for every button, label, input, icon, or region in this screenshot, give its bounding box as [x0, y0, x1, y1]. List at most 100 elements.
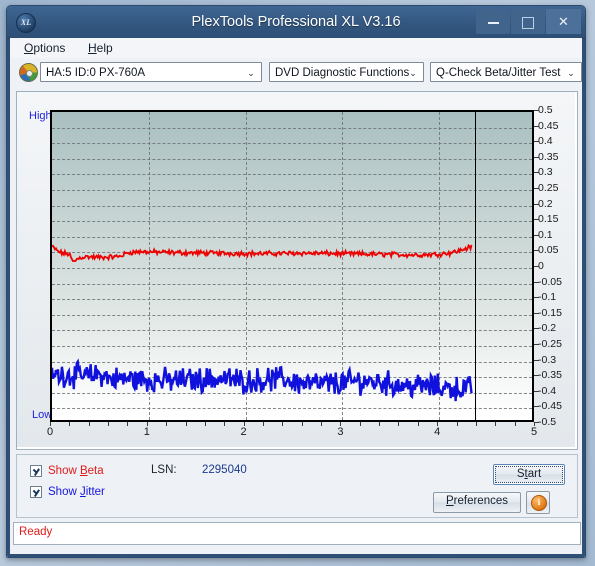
x-axis-tick: [224, 422, 226, 426]
minimize-button[interactable]: [476, 9, 510, 34]
application-window: XL PlexTools Professional XL V3.16 ✕ Opt…: [6, 5, 586, 558]
y-axis-tick-label: 0.4: [538, 135, 553, 148]
x-axis-tick: [127, 422, 129, 426]
y-axis-tick-label: -0.1: [538, 291, 557, 304]
x-axis-tick: [69, 422, 71, 426]
y-axis-tick-label: 0.3: [538, 166, 553, 179]
x-axis-tick: [88, 422, 90, 426]
menu-item-help-rest: elp: [96, 41, 113, 55]
x-axis-tick: [243, 422, 245, 426]
disc-icon: [19, 63, 38, 82]
x-axis-tick-label: 5: [530, 426, 538, 438]
y-axis-tick: [534, 219, 539, 221]
y-axis-tick-label: 0.15: [538, 213, 559, 226]
y-axis-tick: [534, 156, 539, 158]
x-axis-tick: [340, 422, 342, 426]
lsn-label: LSN:: [151, 464, 177, 476]
close-button[interactable]: ✕: [546, 9, 581, 34]
y-axis-tick: [534, 344, 539, 345]
show-jitter-label: Show Jitter: [48, 486, 105, 498]
y-axis-tick: [534, 188, 539, 189]
x-axis-tick-label: 1: [143, 426, 150, 438]
function-select[interactable]: DVD Diagnostic Functions ⌄: [269, 62, 424, 82]
trace-jitter: [52, 358, 473, 402]
x-axis-tick: [185, 422, 187, 426]
y-axis-tick: [534, 110, 539, 111]
graph-background: High Low 0.5 0.45 0.4 0.35 0.3 0.25 0.2 0.15 0.1…: [17, 92, 575, 447]
x-axis-tick-label: 4: [434, 426, 441, 438]
show-jitter-checkbox[interactable]: [30, 486, 42, 498]
info-button[interactable]: i: [526, 491, 550, 514]
preferences-button[interactable]: Preferences: [433, 492, 521, 513]
graph-panel: High Low 0.5 0.45 0.4 0.35 0.3 0.25 0.2 0.15 0.1…: [16, 91, 578, 450]
x-axis-tick: [50, 422, 51, 426]
y-axis-tick: [534, 125, 539, 127]
y-axis-tick-label: 0.05: [538, 244, 559, 257]
x-axis-tick: [262, 422, 264, 426]
status-text: Ready: [19, 526, 53, 538]
y-axis-tick: [534, 390, 539, 392]
toolbar: HA:5 ID:0 PX-760A ⌄ DVD Diagnostic Funct…: [10, 58, 582, 86]
y-axis-tick-label: -0.05: [538, 275, 562, 288]
info-icon: i: [531, 495, 547, 511]
y-axis-tick-label: -0.35: [538, 369, 562, 382]
start-button-inner: Start: [495, 466, 563, 483]
x-axis-tick: [301, 422, 303, 426]
x-axis-tick: [146, 422, 148, 426]
maximize-button[interactable]: [511, 9, 545, 34]
show-beta-checkbox[interactable]: [30, 465, 42, 477]
title-bar: XL PlexTools Professional XL V3.16 ✕: [7, 6, 585, 39]
y-axis-tick-label: -0.25: [538, 338, 562, 350]
lsn-value: 2295040: [202, 464, 247, 476]
y-axis-tick-label: 0.1: [538, 228, 553, 241]
menu-item-options-rest: ptions: [33, 41, 66, 55]
x-axis-tick-label: 0: [46, 426, 54, 438]
x-axis-tick-label: 3: [337, 426, 344, 438]
x-axis-tick: [514, 422, 516, 426]
y-axis-tick-label: 0.2: [538, 197, 553, 210]
y-axis-tick-label: -0.2: [538, 322, 557, 335]
y-axis-tick: [534, 234, 539, 236]
x-axis-tick: [534, 422, 535, 426]
x-axis-tick: [475, 422, 477, 426]
plot-area: [50, 110, 534, 422]
x-axis-tick: [456, 422, 458, 426]
y-axis-tick: [534, 406, 539, 408]
x-axis-tick-label: 2: [240, 426, 247, 438]
x-axis-tick: [204, 422, 206, 426]
show-beta-label: Show Beta: [48, 465, 104, 477]
drive-select[interactable]: HA:5 ID:0 PX-760A ⌄: [40, 62, 262, 82]
x-axis-tick: [359, 422, 361, 426]
x-axis-tick: [282, 422, 284, 426]
y-axis-tick-label: 0.5: [538, 104, 553, 116]
x-axis-tick: [108, 422, 110, 426]
menu-item-options[interactable]: Options: [18, 40, 71, 56]
y-axis-tick: [534, 250, 539, 252]
y-axis-tick: [534, 266, 539, 267]
y-axis-tick-label: 0.45: [538, 119, 559, 132]
chevron-down-icon: ⌄: [247, 68, 255, 78]
maximize-icon: [522, 16, 534, 29]
desktop-background: XL PlexTools Professional XL V3.16 ✕ Opt…: [0, 0, 595, 566]
test-select[interactable]: Q-Check Beta/Jitter Test ⌄: [430, 62, 582, 82]
menu-item-help[interactable]: Help: [82, 40, 119, 56]
y-axis-tick-label: 0.35: [538, 150, 559, 163]
controls-panel: Show Beta Show Jitter LSN: 2295040 Start…: [16, 454, 578, 518]
y-axis-tick-label: -0.15: [538, 306, 562, 319]
y-axis-tick: [534, 312, 539, 314]
x-axis-tick: [379, 422, 381, 426]
x-axis-tick: [437, 422, 439, 426]
x-axis-tick: [495, 422, 497, 426]
x-axis-tick: [417, 422, 419, 426]
chevron-down-icon: ⌄: [409, 68, 417, 78]
y-axis-tick-label: -0.3: [538, 353, 557, 366]
function-select-value: DVD Diagnostic Functions: [275, 67, 410, 79]
drive-select-value: HA:5 ID:0 PX-760A: [46, 67, 146, 79]
axis-label-high: High: [29, 110, 52, 122]
y-axis-tick: [534, 172, 539, 174]
x-axis-tick: [166, 422, 168, 426]
status-bar: Ready: [13, 522, 581, 545]
start-button[interactable]: Start: [493, 464, 565, 485]
test-select-value: Q-Check Beta/Jitter Test: [436, 67, 561, 79]
y-axis-tick: [534, 203, 539, 205]
